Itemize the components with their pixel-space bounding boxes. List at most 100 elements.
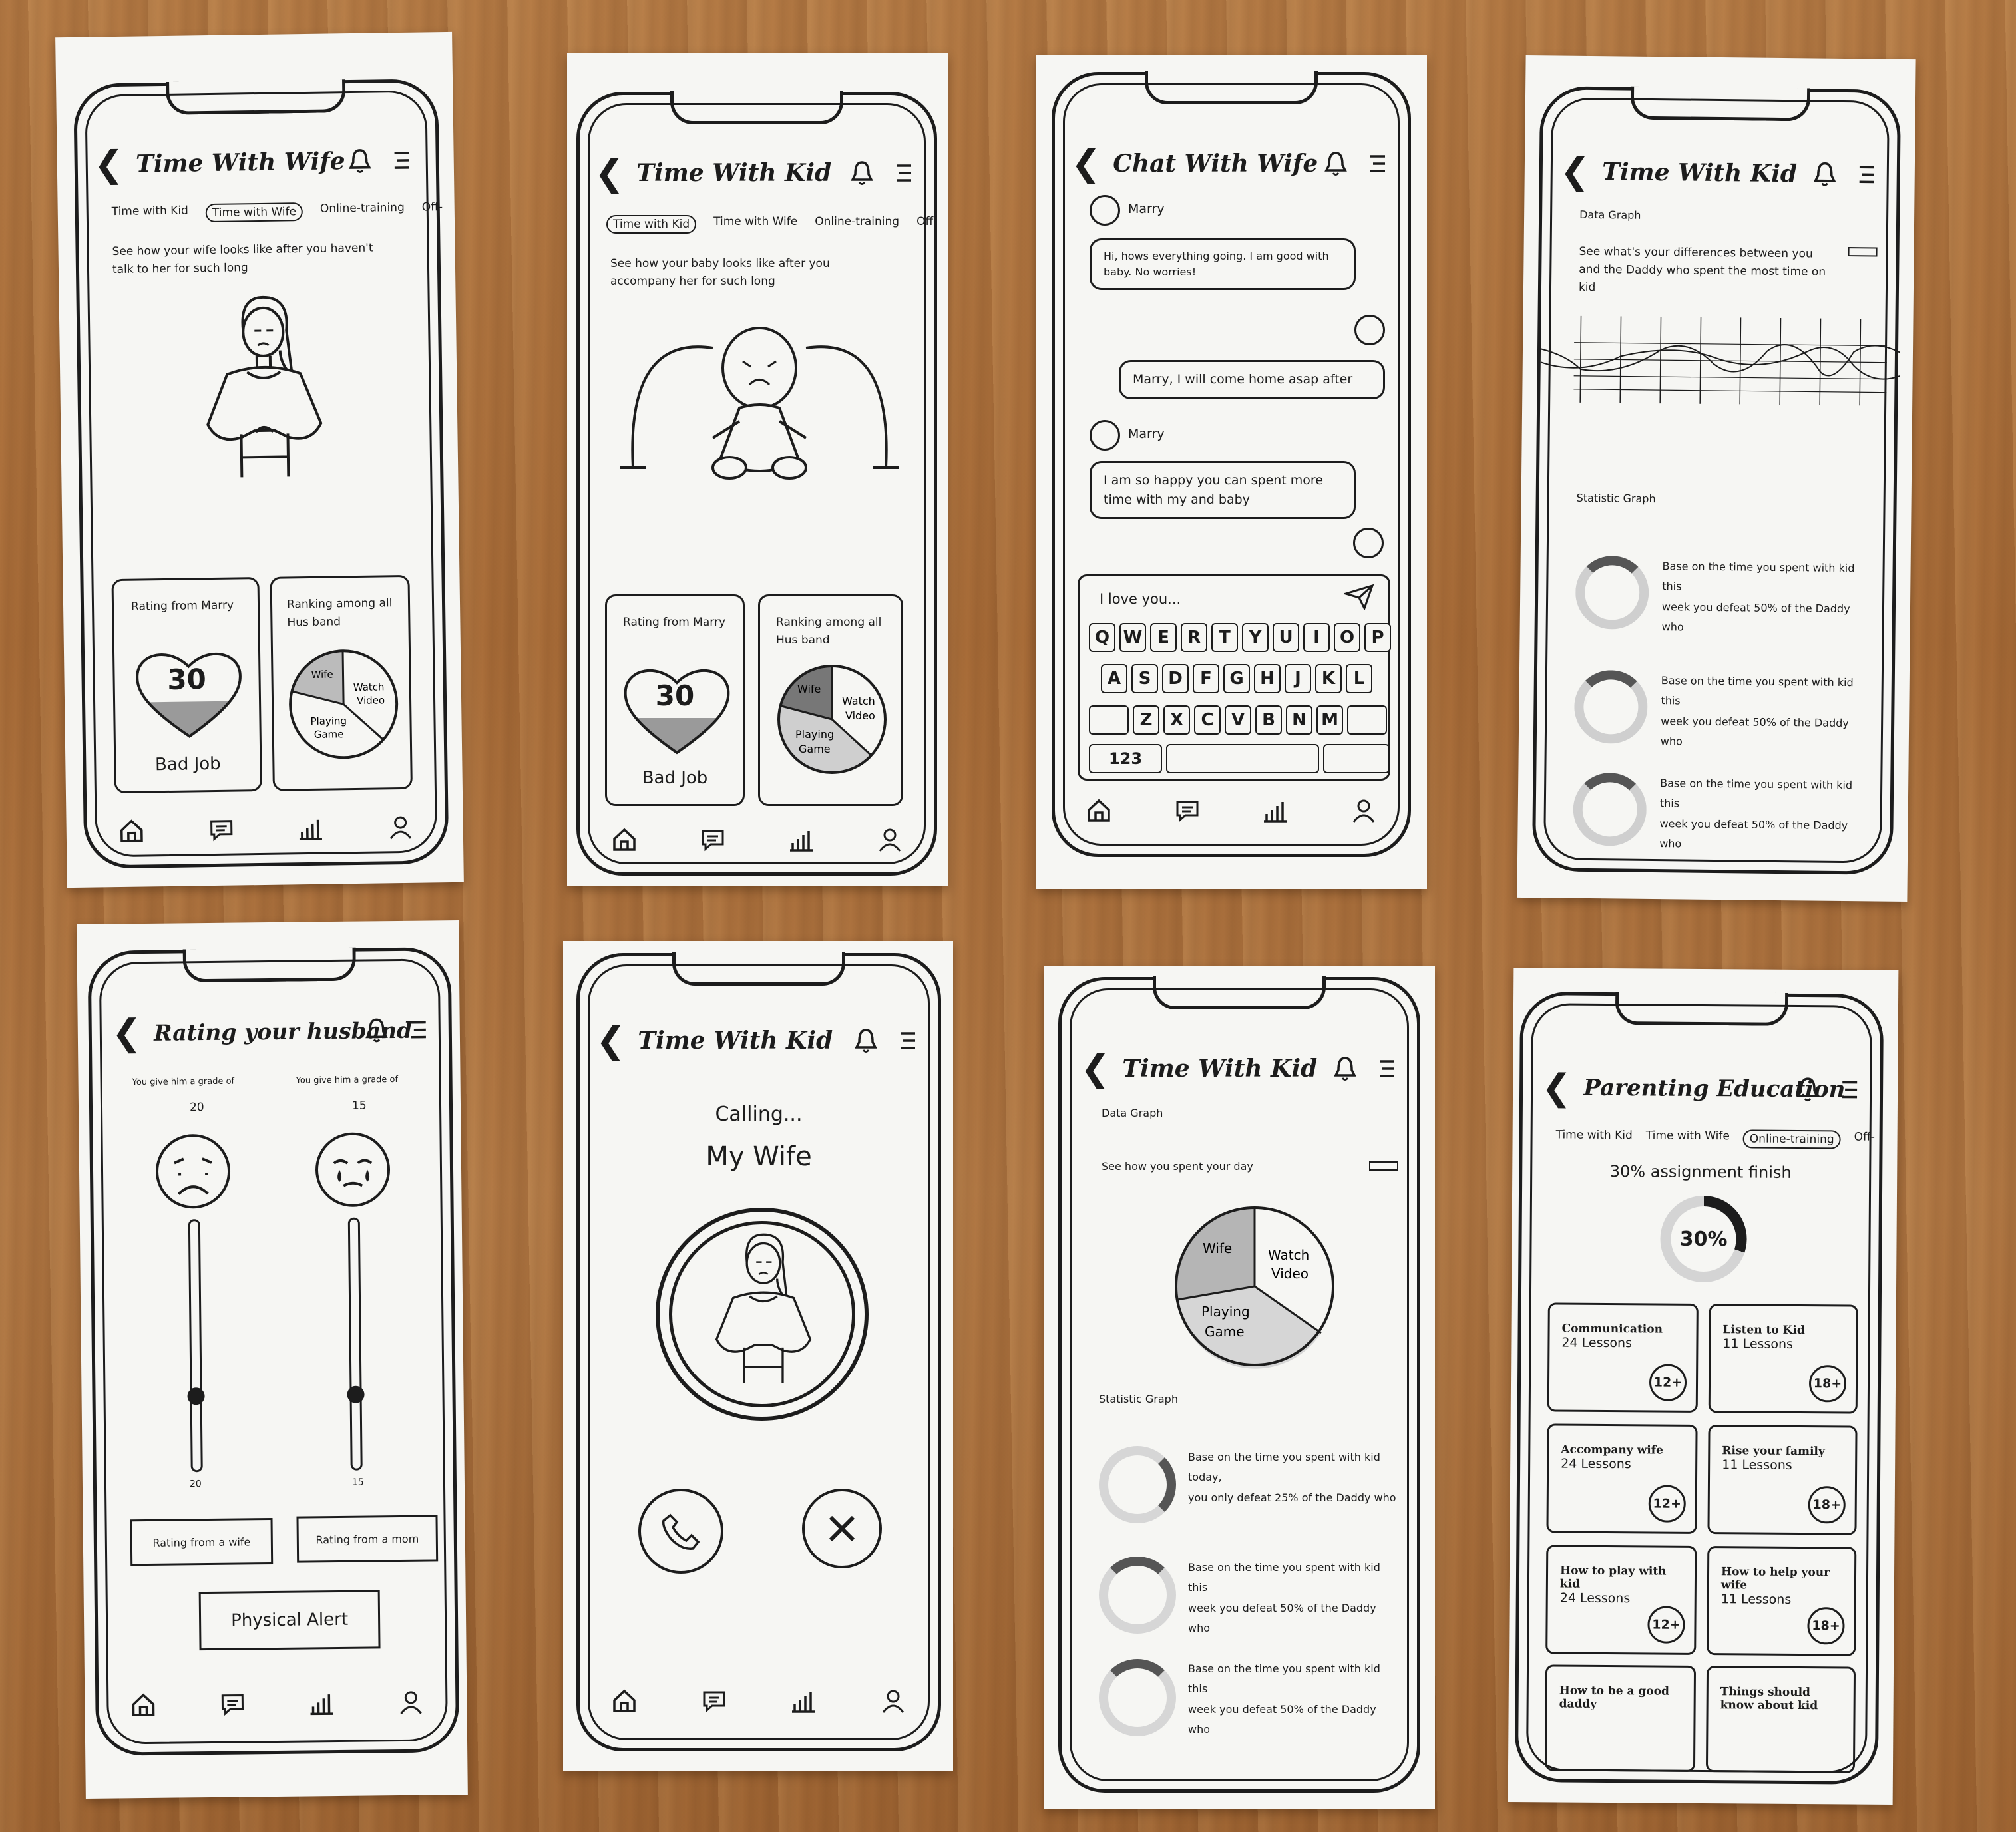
- key[interactable]: P: [1364, 623, 1391, 652]
- bar-chart-icon[interactable]: [298, 816, 324, 842]
- bar-chart-icon[interactable]: [791, 1688, 816, 1714]
- bar-chart-icon[interactable]: [1263, 798, 1288, 823]
- rating-from-mom-button[interactable]: Rating from a mom: [296, 1515, 439, 1563]
- lesson-card[interactable]: How to be a good daddy: [1544, 1664, 1697, 1772]
- key[interactable]: E: [1150, 623, 1177, 652]
- lesson-card[interactable]: How to help your wife 11 Lessons 18+: [1707, 1546, 1857, 1656]
- key[interactable]: K: [1315, 664, 1342, 693]
- ranking-card[interactable]: Ranking among all Hus band Wife Watch Vi…: [758, 594, 903, 806]
- menu-icon[interactable]: [1857, 164, 1877, 184]
- home-icon[interactable]: [612, 827, 637, 852]
- tab-off[interactable]: Off-: [1854, 1131, 1875, 1149]
- tab-time-with-kid[interactable]: Time with Kid: [606, 215, 697, 234]
- bell-icon[interactable]: [850, 160, 874, 186]
- back-arrow-icon[interactable]: ❮: [1080, 1051, 1110, 1087]
- tab-online-training[interactable]: Online-training: [320, 201, 405, 221]
- slider-right[interactable]: [347, 1217, 365, 1471]
- back-arrow-icon[interactable]: ❮: [93, 143, 124, 186]
- key[interactable]: X: [1163, 705, 1190, 735]
- bell-icon[interactable]: [1324, 150, 1348, 177]
- bell-icon[interactable]: [1333, 1055, 1357, 1082]
- chat-icon[interactable]: [702, 1688, 727, 1714]
- key[interactable]: H: [1254, 664, 1281, 693]
- lesson-card[interactable]: Communication 24 Lessons 12+: [1547, 1302, 1699, 1413]
- slider-left[interactable]: [187, 1219, 205, 1473]
- profile-icon[interactable]: [387, 815, 413, 840]
- bar-chart-icon[interactable]: [789, 827, 814, 852]
- legend-toggle[interactable]: [1369, 1161, 1398, 1171]
- back-arrow-icon[interactable]: ❮: [1071, 146, 1101, 182]
- key[interactable]: B: [1255, 705, 1282, 735]
- bell-icon[interactable]: [1796, 1076, 1820, 1103]
- key[interactable]: D: [1162, 664, 1189, 693]
- numbers-key[interactable]: 123: [1089, 744, 1162, 773]
- space-key[interactable]: [1166, 744, 1319, 773]
- key[interactable]: O: [1334, 623, 1360, 652]
- rating-card[interactable]: Rating from Marry 30 Bad Job: [605, 594, 745, 806]
- chat-icon[interactable]: [700, 827, 725, 852]
- home-icon[interactable]: [119, 818, 145, 844]
- key[interactable]: Q: [1089, 623, 1115, 652]
- chat-icon[interactable]: [220, 1691, 245, 1716]
- tab-time-with-wife[interactable]: Time with Wife: [713, 215, 797, 234]
- legend-toggle[interactable]: [1848, 247, 1878, 257]
- back-arrow-icon[interactable]: ❮: [594, 155, 624, 191]
- key[interactable]: V: [1225, 705, 1251, 735]
- message-input[interactable]: I love you...: [1100, 591, 1181, 607]
- key[interactable]: S: [1131, 664, 1158, 693]
- bell-icon[interactable]: [365, 1017, 389, 1043]
- tab-off[interactable]: Off-: [916, 215, 937, 234]
- lesson-card[interactable]: Rise your family 11 Lessons 18+: [1707, 1425, 1858, 1535]
- menu-icon[interactable]: [894, 163, 914, 183]
- bell-icon[interactable]: [347, 148, 372, 174]
- key[interactable]: Z: [1133, 705, 1159, 735]
- bar-chart-icon[interactable]: [309, 1690, 334, 1716]
- tab-time-with-kid[interactable]: Time with Kid: [112, 204, 189, 224]
- tab-time-with-wife[interactable]: Time with Wife: [205, 202, 303, 223]
- key[interactable]: U: [1273, 623, 1299, 652]
- menu-icon[interactable]: [1840, 1079, 1860, 1099]
- return-key[interactable]: [1323, 744, 1390, 773]
- key[interactable]: L: [1346, 664, 1372, 693]
- back-arrow-icon[interactable]: ❮: [596, 1023, 626, 1059]
- bell-icon[interactable]: [1813, 160, 1837, 187]
- rating-card[interactable]: Rating from Marry 30 Bad Job: [111, 577, 262, 794]
- tab-online-training[interactable]: Online-training: [1742, 1129, 1841, 1149]
- key[interactable]: N: [1286, 705, 1312, 735]
- menu-icon[interactable]: [409, 1020, 429, 1040]
- lesson-card[interactable]: Things should know about kid: [1705, 1666, 1856, 1773]
- physical-alert-button[interactable]: Physical Alert: [198, 1590, 381, 1651]
- menu-icon[interactable]: [392, 150, 412, 170]
- send-icon[interactable]: [1344, 584, 1374, 610]
- lesson-card[interactable]: How to play with kid 24 Lessons 12+: [1545, 1545, 1697, 1655]
- profile-icon[interactable]: [398, 1690, 423, 1715]
- key[interactable]: C: [1194, 705, 1221, 735]
- chat-icon[interactable]: [208, 817, 234, 843]
- answer-call-button[interactable]: [638, 1489, 723, 1574]
- back-arrow-icon[interactable]: ❮: [1559, 150, 1590, 192]
- slider-thumb[interactable]: [187, 1387, 205, 1405]
- backspace-key[interactable]: [1347, 705, 1387, 735]
- key[interactable]: T: [1211, 623, 1238, 652]
- back-arrow-icon[interactable]: ❮: [112, 1011, 142, 1053]
- tab-time-with-kid[interactable]: Time with Kid: [1556, 1128, 1633, 1147]
- chat-icon[interactable]: [1175, 798, 1200, 823]
- home-icon[interactable]: [130, 1692, 156, 1718]
- end-call-button[interactable]: [802, 1489, 882, 1568]
- tab-time-with-wife[interactable]: Time with Wife: [1646, 1129, 1730, 1148]
- profile-icon[interactable]: [881, 1688, 906, 1714]
- key[interactable]: F: [1193, 664, 1219, 693]
- profile-icon[interactable]: [877, 827, 903, 852]
- back-arrow-icon[interactable]: ❮: [1541, 1066, 1572, 1108]
- home-icon[interactable]: [1086, 798, 1111, 823]
- key[interactable]: G: [1223, 664, 1250, 693]
- slider-thumb[interactable]: [347, 1385, 365, 1403]
- key[interactable]: Y: [1242, 623, 1269, 652]
- ranking-card[interactable]: Ranking among all Hus band Wife Watch Vi…: [270, 574, 413, 791]
- key[interactable]: I: [1303, 623, 1330, 652]
- menu-icon[interactable]: [1368, 154, 1388, 174]
- menu-icon[interactable]: [1377, 1059, 1397, 1079]
- profile-icon[interactable]: [1351, 798, 1376, 823]
- home-icon[interactable]: [612, 1688, 637, 1714]
- key[interactable]: A: [1101, 664, 1127, 693]
